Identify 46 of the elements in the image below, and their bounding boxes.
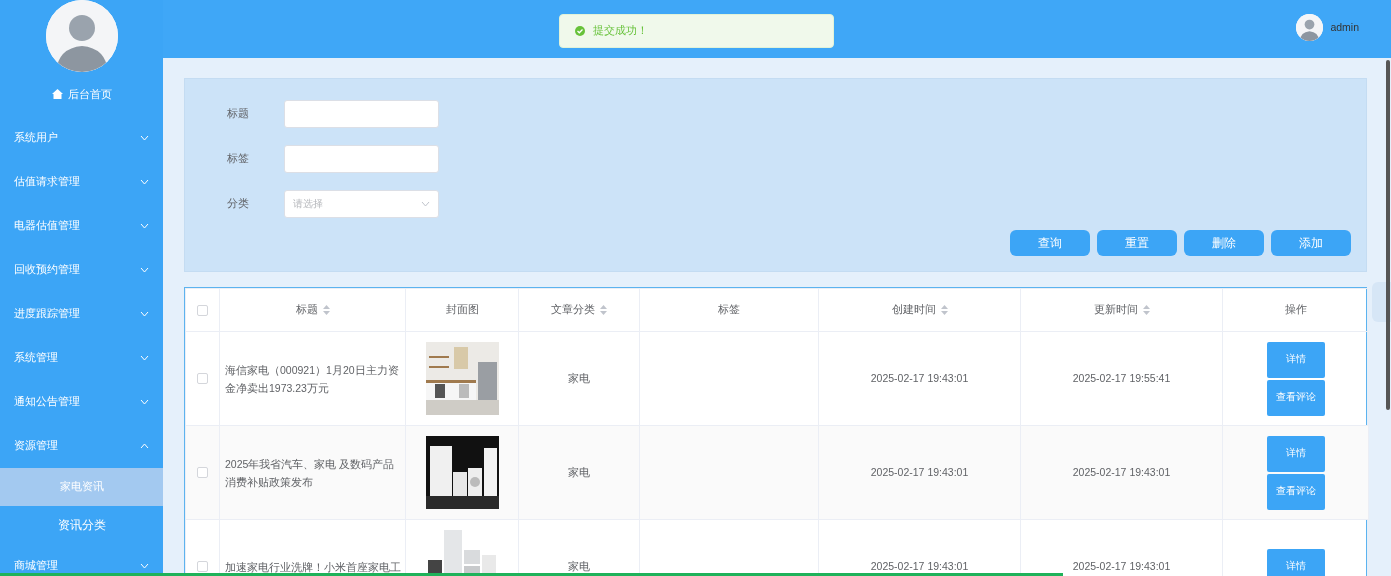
row-action-button[interactable]: 查看评论 [1266, 473, 1325, 510]
category-text: 家电 [568, 371, 590, 384]
column-header[interactable]: 更新时间 [1093, 303, 1138, 316]
column-header: 操作 [1284, 303, 1307, 316]
updated-time: 2025-02-17 19:43:01 [1072, 559, 1171, 572]
row-action-button[interactable]: 查看评论 [1266, 379, 1325, 416]
column-header[interactable]: 标题 [295, 303, 318, 316]
submenu-item[interactable]: 家电资讯 [0, 468, 163, 506]
article-title: 海信家电（000921）1月20日主力资金净卖出1973.23万元 [225, 363, 399, 394]
menu-item[interactable]: 电器估值管理 [0, 204, 163, 248]
action-button[interactable]: 删除 [1184, 230, 1264, 256]
menu-item[interactable]: 回收预约管理 [0, 248, 163, 292]
field-label: 分类 [226, 196, 250, 212]
menu-item[interactable]: 估值请求管理 [0, 160, 163, 204]
row-action-button[interactable]: 详情 [1266, 341, 1325, 378]
row-action-button[interactable]: 详情 [1266, 435, 1325, 472]
column-header[interactable]: 创建时间 [891, 303, 936, 316]
category-text: 家电 [568, 465, 590, 478]
action-button[interactable]: 重置 [1097, 230, 1177, 256]
toast-message: 提交成功！ [593, 23, 648, 39]
menu-item[interactable]: 进度跟踪管理 [0, 292, 163, 336]
updated-time: 2025-02-17 19:55:41 [1072, 371, 1171, 384]
action-button[interactable]: 添加 [1271, 230, 1351, 256]
row-action-button[interactable]: 详情 [1266, 548, 1325, 576]
menu-item[interactable]: 系统用户 [0, 116, 163, 160]
field-label: 标签 [226, 151, 250, 167]
category-select[interactable]: 请选择 [284, 189, 439, 218]
menu-item[interactable]: 商城管理 [0, 544, 163, 576]
category-text: 家电 [568, 559, 590, 572]
created-time: 2025-02-17 19:43:01 [870, 559, 969, 572]
action-button[interactable]: 查询 [1010, 230, 1090, 256]
username[interactable]: admin [1330, 19, 1359, 36]
column-header: 封面图 [445, 303, 479, 316]
article-title: 加速家电行业洗牌！小米首座家电工 [225, 560, 401, 573]
article-title: 2025年我省汽车、家电 及数码产品消费补贴政策发布 [225, 457, 395, 488]
submenu-item[interactable]: 资讯分类 [0, 506, 163, 544]
menu-item[interactable]: 资源管理 [0, 424, 163, 468]
menu-item[interactable]: 通知公告管理 [0, 380, 163, 424]
field-label: 标题 [226, 106, 250, 122]
column-header[interactable]: 文章分类 [551, 303, 595, 316]
menu-item[interactable]: 系统管理 [0, 336, 163, 380]
updated-time: 2025-02-17 19:43:01 [1072, 465, 1171, 478]
home-link[interactable]: 后台首页 [0, 72, 163, 116]
created-time: 2025-02-17 19:43:01 [870, 371, 969, 384]
created-time: 2025-02-17 19:43:01 [870, 465, 969, 478]
column-header: 标签 [718, 303, 740, 316]
